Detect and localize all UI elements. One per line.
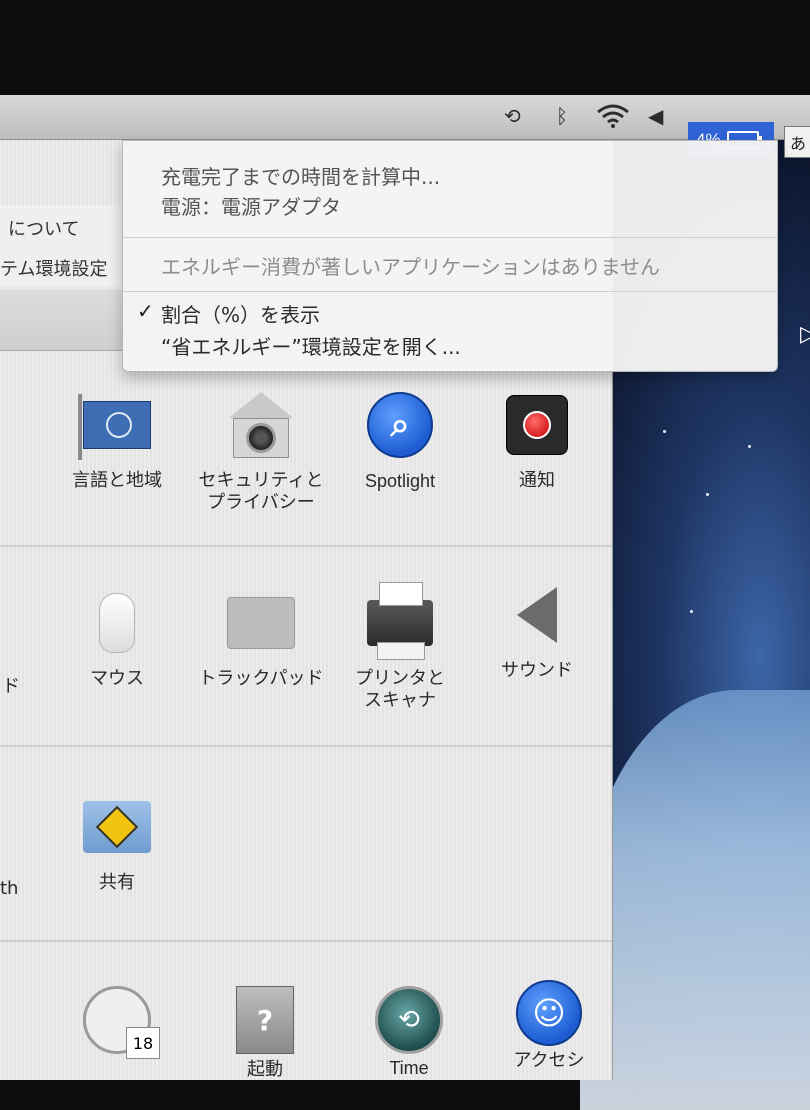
power-source: 電源：電源アダプタ	[161, 195, 341, 219]
star	[748, 445, 751, 448]
pref-label: プリンタと スキャナ	[355, 668, 445, 711]
battery-menu: 充電完了までの時間を計算中... 電源：電源アダプタ エネルギー消費が著しいアプ…	[122, 140, 778, 372]
pref-label: トラックパッド	[198, 668, 324, 689]
spotlight-icon: ⌕	[365, 390, 435, 460]
star	[663, 430, 666, 433]
pref-trackpad[interactable]: トラックパッド	[186, 588, 336, 690]
date-time-icon: 18	[82, 985, 160, 1059]
pref-sound[interactable]: サウンド	[462, 580, 612, 682]
menu-separator	[123, 291, 777, 292]
volume-icon[interactable]: ◀	[648, 103, 663, 129]
pref-label: 言語と地域	[72, 470, 162, 491]
row-separator	[0, 545, 612, 547]
pref-date-time[interactable]: 18	[42, 985, 192, 1059]
pref-accessibility[interactable]: ☺ アクセシ	[474, 978, 624, 1072]
pref-sharing[interactable]: 共有	[42, 792, 192, 894]
edge-label[interactable]: ド	[2, 672, 20, 698]
pref-spotlight[interactable]: ⌕ Spotlight	[325, 390, 475, 492]
app-menu: について テム環境設定	[0, 205, 131, 287]
trackpad-icon	[226, 588, 296, 658]
pref-notifications[interactable]: 通知	[462, 390, 612, 492]
pref-time-machine[interactable]: ⟲ Time	[334, 985, 484, 1079]
preferences-menu-item[interactable]: テム環境設定	[0, 255, 107, 281]
open-energy-saver-menu-item[interactable]: “省エネルギー”環境設定を開く...	[161, 331, 461, 360]
input-method-icon[interactable]: あ	[784, 126, 810, 158]
pref-label: 起動	[247, 1059, 283, 1080]
battery-charging-status: 充電完了までの時間を計算中...	[161, 165, 441, 189]
pref-label: マウス	[90, 668, 144, 689]
time-machine-pref-icon: ⟲	[374, 985, 444, 1055]
notification-icon	[502, 390, 572, 460]
menu-separator	[123, 237, 777, 238]
pref-label: 通知	[519, 470, 555, 491]
calendar-badge: 18	[126, 1027, 160, 1059]
show-percentage-menu-item[interactable]: 割合（%）を表示	[161, 299, 320, 328]
pref-label: サウンド	[501, 660, 573, 681]
startup-disk-icon: ?	[230, 985, 300, 1055]
pref-label: アクセシ	[513, 1050, 585, 1071]
pref-startup-disk[interactable]: ? 起動	[190, 985, 340, 1081]
printer-icon	[365, 582, 435, 660]
pref-mouse[interactable]: マウス	[42, 588, 192, 690]
pref-label: Time	[389, 1058, 429, 1078]
mouse-icon	[82, 588, 152, 658]
pref-security-privacy[interactable]: セキュリティと プライバシー	[186, 390, 336, 514]
edge-label[interactable]: th	[0, 878, 18, 899]
security-house-icon	[226, 390, 296, 460]
pref-language-region[interactable]: 言語と地域	[42, 390, 192, 492]
sharing-icon	[82, 792, 152, 862]
row-separator	[0, 940, 612, 942]
flag-icon	[78, 390, 152, 460]
pref-printers-scanners[interactable]: プリンタと スキャナ	[325, 582, 475, 712]
pref-label: 共有	[99, 872, 135, 893]
row-separator	[0, 745, 612, 747]
star	[690, 610, 693, 613]
speaker-icon	[502, 580, 572, 650]
wifi-icon[interactable]	[596, 103, 630, 129]
time-machine-icon[interactable]: ⟲	[504, 103, 521, 129]
checkmark-icon: ✓	[137, 299, 154, 323]
pref-label: セキュリティと プライバシー	[198, 470, 324, 513]
energy-usage-info: エネルギー消費が著しいアプリケーションはありません	[161, 255, 660, 279]
bluetooth-icon[interactable]: ᛒ	[556, 103, 568, 129]
accessibility-icon: ☺	[514, 978, 584, 1048]
about-menu-item[interactable]: について	[8, 215, 79, 241]
mouse-cursor-icon: ▷	[800, 322, 810, 347]
pref-label: Spotlight	[364, 471, 436, 491]
star	[706, 493, 709, 496]
